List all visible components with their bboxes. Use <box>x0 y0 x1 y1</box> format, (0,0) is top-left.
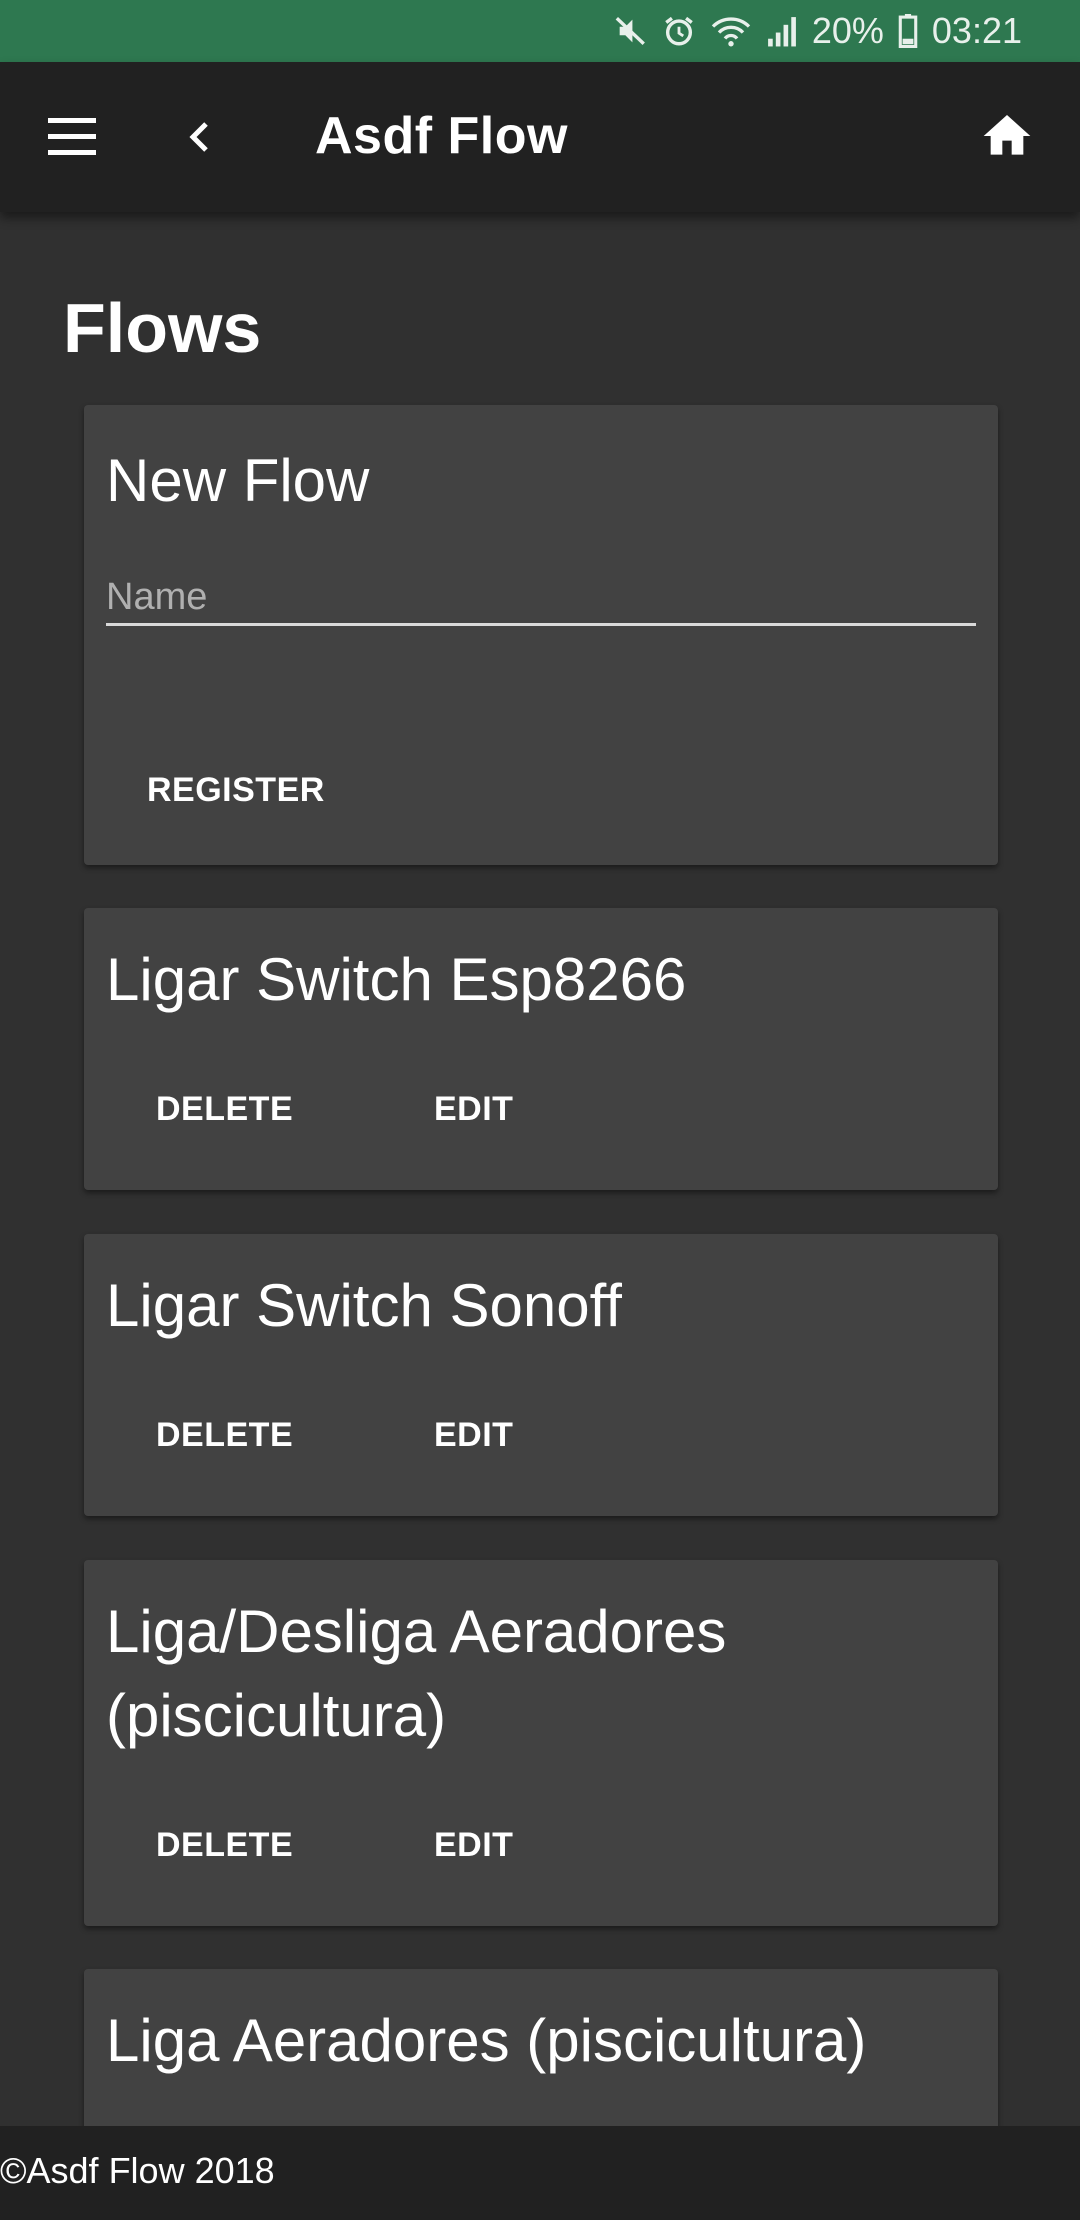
register-button[interactable]: REGISTER <box>147 771 325 810</box>
flow-card: Ligar Switch Sonoff DELETE EDIT <box>84 1234 998 1516</box>
app-bar: Asdf Flow <box>0 62 1080 212</box>
footer: ©Asdf Flow 2018 <box>0 2126 1080 2220</box>
delete-button[interactable]: DELETE <box>156 1826 293 1865</box>
alarm-icon <box>665 16 693 46</box>
page-title: Flows <box>63 289 262 367</box>
delete-button[interactable]: DELETE <box>156 1416 293 1455</box>
edit-button[interactable]: EDIT <box>434 1416 513 1455</box>
name-input[interactable] <box>106 571 976 623</box>
flow-name: Ligar Switch Esp8266 <box>106 946 687 1013</box>
main-content: Flows New Flow REGISTER Ligar Switch Esp… <box>0 212 1080 2126</box>
menu-icon[interactable] <box>44 114 104 160</box>
flow-card: Liga/Desliga Aeradores (piscicultura) DE… <box>84 1560 998 1926</box>
new-flow-title: New Flow <box>106 447 370 514</box>
battery-percent: 20% <box>811 10 884 51</box>
back-icon[interactable] <box>178 112 222 162</box>
flow-name: Liga/Desliga Aeradores (piscicultura) <box>106 1598 727 1749</box>
delete-button[interactable]: DELETE <box>156 1090 293 1129</box>
flow-name: Liga Aeradores (piscicultura) <box>106 2007 867 2074</box>
clock: 03:21 <box>931 10 1022 51</box>
battery-icon <box>898 14 918 48</box>
edit-button[interactable]: EDIT <box>434 1826 513 1865</box>
status-bar: 20% 03:21 <box>0 0 1080 62</box>
flow-card: Liga Aeradores (piscicultura) <box>84 1969 998 2126</box>
app-title: Asdf Flow <box>315 107 568 165</box>
signal-icon <box>767 17 796 47</box>
flow-name: Ligar Switch Sonoff <box>106 1272 622 1339</box>
flow-card: Ligar Switch Esp8266 DELETE EDIT <box>84 908 998 1190</box>
name-field[interactable] <box>106 571 976 626</box>
wifi-icon <box>711 17 751 47</box>
new-flow-card: New Flow REGISTER <box>84 405 998 865</box>
mute-icon <box>615 17 645 45</box>
copyright-text: ©Asdf Flow 2018 <box>0 2150 275 2191</box>
edit-button[interactable]: EDIT <box>434 1090 513 1129</box>
home-icon[interactable] <box>978 108 1036 164</box>
